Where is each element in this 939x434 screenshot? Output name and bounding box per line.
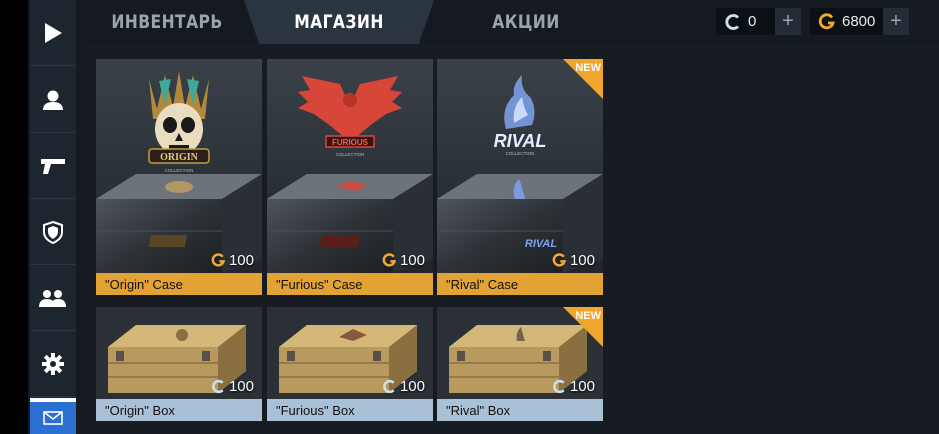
shop-item-furious-case[interactable]: FURIOUS COLLECTION 100 "Furious" Case xyxy=(267,59,433,295)
gold-coin-icon xyxy=(552,253,567,267)
rival-case-label: "Rival" Case xyxy=(437,273,603,295)
price-value: 100 xyxy=(569,252,595,269)
shop-item-rival-case[interactable]: RIVAL COLLECTION RIVAL NEW 100 "Rival" C… xyxy=(437,59,603,295)
app-root: ИНВЕНТАРЬ МАГАЗИН АКЦИИ 0 + 6800 + ORIGI… xyxy=(0,0,939,434)
gold-coin-icon xyxy=(816,11,838,33)
sidebar-item-clan[interactable] xyxy=(30,199,76,265)
sidebar-item-play[interactable] xyxy=(30,0,76,66)
pistol-icon xyxy=(41,158,65,174)
gold-balance: 6800 xyxy=(842,13,876,30)
friends-icon xyxy=(39,289,66,307)
sidebar-item-friends[interactable] xyxy=(30,265,76,331)
furious-case-image: FURIOUS COLLECTION xyxy=(267,59,433,273)
gold-coin-icon xyxy=(211,253,226,267)
rival-box-label: "Rival" Box xyxy=(437,399,603,421)
mail-icon xyxy=(43,411,63,425)
new-badge: NEW xyxy=(563,59,603,99)
screen-edge xyxy=(0,0,28,434)
price-value: 100 xyxy=(228,378,254,395)
price-value: 100 xyxy=(399,378,425,395)
price-value: 100 xyxy=(569,378,595,395)
origin-box-price: 100 xyxy=(211,378,254,395)
silver-coin-icon xyxy=(383,379,395,394)
shop-item-furious-box[interactable]: 100 "Furious" Box xyxy=(267,307,433,421)
rival-box-price: 100 xyxy=(552,378,595,395)
origin-logo-text: ORIGIN xyxy=(160,152,199,163)
play-icon xyxy=(45,22,62,43)
tab-shop[interactable]: МАГАЗИН xyxy=(261,0,417,44)
rival-collection-text: COLLECTION xyxy=(506,151,535,156)
gold-coin-icon xyxy=(382,253,397,267)
tab-inventory[interactable]: ИНВЕНТАРЬ xyxy=(97,0,236,44)
silver-coin-icon xyxy=(212,379,224,394)
sidebar-item-settings[interactable] xyxy=(30,331,76,397)
price-value: 100 xyxy=(399,252,425,269)
rival-case-side-logo: RIVAL xyxy=(525,238,557,250)
new-badge-text: NEW xyxy=(575,310,601,322)
tab-promotions[interactable]: АКЦИИ xyxy=(456,0,595,44)
sidebar xyxy=(30,0,76,434)
furious-case-price: 100 xyxy=(382,252,425,269)
new-badge-text: NEW xyxy=(575,62,601,74)
origin-collection-text: COLLECTION xyxy=(165,168,194,173)
origin-box-label: "Origin" Box xyxy=(96,399,262,421)
add-silver-button[interactable]: + xyxy=(775,8,801,35)
new-badge: NEW xyxy=(563,307,603,347)
silver-coin-icon xyxy=(722,11,744,33)
silver-balance: 0 xyxy=(748,13,757,30)
rival-case-price: 100 xyxy=(552,252,595,269)
furious-box-label: "Furious" Box xyxy=(267,399,433,421)
profile-icon xyxy=(43,90,63,110)
silver-currency: 0 + xyxy=(716,8,801,35)
sidebar-item-mail[interactable] xyxy=(30,398,76,434)
top-tab-bar: ИНВЕНТАРЬ МАГАЗИН АКЦИИ 0 + 6800 + xyxy=(76,0,939,44)
rival-logo-text: RIVAL xyxy=(494,131,547,151)
origin-case-price: 100 xyxy=(211,252,254,269)
shop-item-origin-case[interactable]: ORIGIN COLLECTION 100 "Origin" Case xyxy=(96,59,262,295)
furious-case-label: "Furious" Case xyxy=(267,273,433,295)
origin-case-label: "Origin" Case xyxy=(96,273,262,295)
add-gold-button[interactable]: + xyxy=(883,8,909,35)
origin-case-image: ORIGIN COLLECTION xyxy=(96,59,262,273)
price-value: 100 xyxy=(228,252,254,269)
furious-box-price: 100 xyxy=(382,378,425,395)
gear-icon xyxy=(42,352,64,375)
gold-currency: 6800 + xyxy=(810,8,909,35)
shield-icon xyxy=(43,220,63,244)
shop-item-rival-box[interactable]: NEW 100 "Rival" Box xyxy=(437,307,603,421)
furious-logo-text: FURIOUS xyxy=(332,138,369,147)
furious-collection-text: COLLECTION xyxy=(336,152,365,157)
shop-item-origin-box[interactable]: 100 "Origin" Box xyxy=(96,307,262,421)
sidebar-item-profile[interactable] xyxy=(30,67,76,133)
silver-coin-icon xyxy=(553,379,565,394)
sidebar-item-weapons[interactable] xyxy=(30,133,76,199)
